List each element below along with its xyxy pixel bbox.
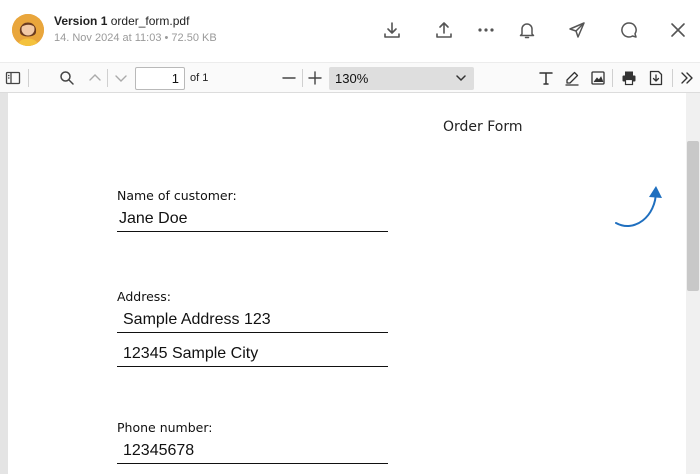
toolbar-divider <box>107 69 108 87</box>
file-title: Version 1 order_form.pdf <box>54 14 189 28</box>
comment-icon[interactable] <box>617 18 641 42</box>
toolbar-divider <box>302 69 303 87</box>
image-icon[interactable] <box>587 67 609 89</box>
address-line1-field[interactable]: Sample Address 123 <box>117 307 388 333</box>
bell-icon[interactable] <box>515 18 539 42</box>
send-icon[interactable] <box>565 18 589 42</box>
text-icon[interactable] <box>535 67 557 89</box>
chevron-down-icon[interactable] <box>110 67 132 89</box>
document-title: Order Form <box>443 119 523 135</box>
field-label: Name of customer: <box>117 188 237 203</box>
zoom-in-icon[interactable] <box>304 67 326 89</box>
file-date: 14. Nov 2024 at 11:03 <box>54 32 162 44</box>
draw-icon[interactable] <box>561 67 583 89</box>
close-icon[interactable] <box>666 18 690 42</box>
sidebar-toggle-icon[interactable] <box>2 67 24 89</box>
version-label: Version 1 <box>54 14 108 28</box>
document-viewport[interactable]: Order Form Name of customer: Jane Doe Ad… <box>0 93 700 474</box>
upload-icon[interactable] <box>432 18 456 42</box>
file-name: order_form.pdf <box>110 14 190 28</box>
page-count: of 1 <box>190 72 209 84</box>
page-number-input[interactable] <box>135 67 185 90</box>
chevron-up-icon[interactable] <box>84 67 106 89</box>
field-label: Address: <box>117 289 171 304</box>
zoom-select[interactable]: 130% <box>329 67 474 90</box>
more-tools-icon[interactable] <box>676 67 698 89</box>
zoom-out-icon[interactable] <box>278 67 300 89</box>
meta-separator: • <box>164 32 169 44</box>
save-icon[interactable] <box>645 67 667 89</box>
print-icon[interactable] <box>618 67 640 89</box>
field-label: Phone number: <box>117 420 213 435</box>
toolbar-divider <box>612 69 613 87</box>
toolbar-divider <box>672 69 673 87</box>
scrollbar-thumb[interactable] <box>687 141 699 291</box>
file-meta: 14. Nov 2024 at 11:03 • 72.50 KB <box>54 32 217 44</box>
address-line2-field[interactable]: 12345 Sample City <box>117 341 388 367</box>
scrollbar[interactable] <box>686 93 700 474</box>
download-icon[interactable] <box>380 18 404 42</box>
customer-name-field[interactable]: Jane Doe <box>117 206 388 232</box>
file-header: Version 1 order_form.pdf 14. Nov 2024 at… <box>0 0 700 62</box>
user-avatar[interactable] <box>12 14 44 46</box>
zoom-value: 130% <box>335 71 369 86</box>
pdf-page: Order Form Name of customer: Jane Doe Ad… <box>8 93 686 474</box>
file-size: 72.50 KB <box>171 32 217 44</box>
search-icon[interactable] <box>56 67 78 89</box>
more-icon[interactable] <box>474 18 498 42</box>
pdf-toolbar: of 1 130% <box>0 62 700 93</box>
toolbar-divider <box>28 69 29 87</box>
phone-number-field[interactable]: 12345678 <box>117 438 388 464</box>
